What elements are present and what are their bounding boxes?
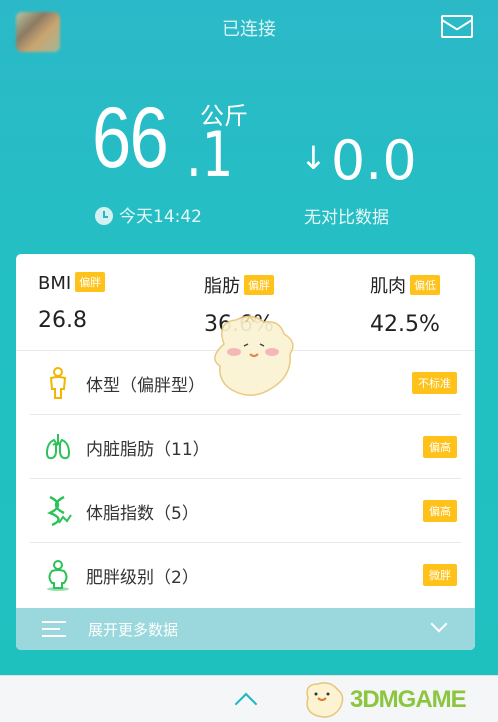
metric-value: 42.5% bbox=[370, 312, 440, 337]
metric-value: 26.8 bbox=[38, 308, 87, 333]
list-item-visceral-fat[interactable]: 内脏脂肪（11） 偏高 bbox=[30, 415, 461, 479]
dna-icon bbox=[47, 495, 72, 527]
measure-time: 今天14:42 bbox=[95, 202, 202, 227]
list-item-label: 体脂指数（5） bbox=[86, 504, 199, 524]
weight-diff: ↓0.0 bbox=[300, 126, 417, 193]
weight-unit: 公斤 bbox=[200, 102, 248, 130]
list-item-body-fat-index[interactable]: 体脂指数（5） 偏高 bbox=[30, 479, 461, 543]
list-item-obesity-level[interactable]: 肥胖级别（2） 微胖 bbox=[30, 543, 461, 607]
chevron-down-icon bbox=[430, 615, 448, 633]
watermark-logo bbox=[306, 682, 344, 718]
list-item-label: 体型（偏胖型） bbox=[86, 376, 205, 396]
status-badge: 不标准 bbox=[412, 372, 457, 394]
list-item-label: 内脏脂肪（11） bbox=[86, 440, 210, 460]
list-menu-icon bbox=[42, 621, 66, 637]
body-shape-icon bbox=[49, 367, 67, 399]
lungs-icon bbox=[45, 434, 71, 460]
metric-name: BMI bbox=[38, 273, 72, 294]
obesity-icon bbox=[47, 560, 69, 591]
expand-more-label: 展开更多数据 bbox=[88, 621, 179, 639]
mail-icon[interactable] bbox=[441, 15, 473, 38]
status-badge: 微胖 bbox=[423, 564, 457, 586]
mascot-sticker bbox=[214, 314, 294, 396]
measure-time-text: 今天14:42 bbox=[119, 207, 202, 227]
weight-integer: 66 bbox=[92, 90, 169, 186]
connection-status: 已连接 bbox=[222, 19, 276, 40]
metric-bmi[interactable]: BMI 偏胖 26.8 bbox=[38, 272, 106, 333]
list-item-label: 肥胖级别（2） bbox=[86, 568, 199, 588]
metric-muscle[interactable]: 肌肉 偏低 42.5% bbox=[370, 272, 440, 337]
watermark: 3DMGAME bbox=[300, 680, 496, 720]
chevron-up-icon[interactable] bbox=[234, 692, 258, 716]
watermark-text: 3DMGAME bbox=[350, 686, 467, 713]
arrow-down-icon: ↓ bbox=[300, 139, 327, 177]
status-badge: 偏高 bbox=[423, 436, 457, 458]
status-badge: 偏高 bbox=[423, 500, 457, 522]
clock-icon bbox=[95, 207, 113, 225]
metric-name: 脂肪 bbox=[204, 276, 240, 297]
metric-tag: 偏胖 bbox=[75, 272, 106, 292]
metric-tag: 偏低 bbox=[410, 275, 440, 295]
expand-more-button[interactable]: 展开更多数据 bbox=[16, 608, 475, 650]
weight-diff-label: 无对比数据 bbox=[304, 208, 389, 228]
metric-tag: 偏胖 bbox=[244, 275, 274, 295]
metric-name: 肌肉 bbox=[370, 276, 406, 297]
weight-diff-value: 0.0 bbox=[330, 129, 417, 192]
